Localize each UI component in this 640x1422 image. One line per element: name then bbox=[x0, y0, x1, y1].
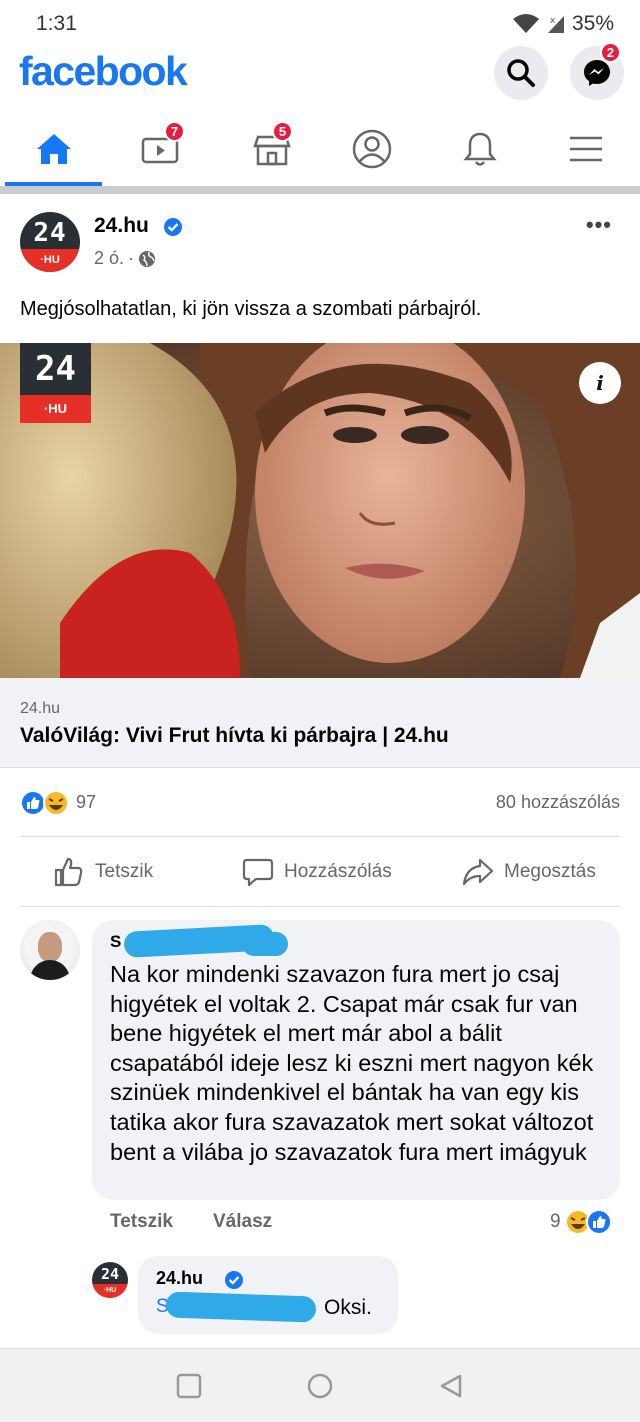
comment-button[interactable]: Hozzászólás bbox=[242, 850, 392, 894]
comment-label: Hozzászólás bbox=[284, 861, 392, 882]
page-avatar[interactable]: 24 ·HU bbox=[20, 212, 80, 272]
system-nav-bar bbox=[0, 1348, 640, 1422]
avatar-face bbox=[38, 932, 62, 962]
verified-icon bbox=[164, 218, 182, 236]
commenter-name[interactable]: S bbox=[110, 932, 121, 952]
profile-icon bbox=[352, 129, 392, 169]
reply-bubble: 24.hu S Oksi. bbox=[138, 1256, 398, 1334]
post-text: Megjósolhatatlan, ki jön vissza a szomba… bbox=[20, 298, 482, 320]
ad-info-button[interactable]: i bbox=[579, 362, 621, 404]
battery-level: 35% bbox=[571, 12, 614, 35]
tab-home[interactable] bbox=[2, 112, 106, 186]
reply-author-name[interactable]: 24.hu bbox=[156, 1268, 203, 1289]
reply-avatar-logo-top: 24 bbox=[100, 1265, 120, 1283]
meta-dot: · bbox=[128, 248, 135, 268]
post-time[interactable]: 2 ó. bbox=[94, 248, 124, 269]
comment-reaction-count: 9 bbox=[550, 1211, 561, 1232]
reaction-count[interactable]: 97 bbox=[76, 792, 96, 813]
signal-icon: x bbox=[547, 16, 564, 33]
tab-watch[interactable]: 7 bbox=[108, 112, 212, 186]
share-button[interactable]: Megosztás bbox=[462, 850, 596, 894]
tab-notifications[interactable] bbox=[428, 112, 532, 186]
back-triangle-icon bbox=[440, 1374, 462, 1398]
globe-icon bbox=[139, 250, 156, 267]
feed-separator bbox=[0, 186, 640, 194]
home-nav-button[interactable] bbox=[305, 1371, 335, 1401]
link-preview[interactable]: 24.hu ValóVilág: Vivi Frut hívta ki párb… bbox=[0, 678, 640, 768]
comment-text: Na kor mindenki szavazon fura mert jo cs… bbox=[110, 961, 594, 1165]
reply-page-avatar[interactable]: 24 ·HU bbox=[92, 1262, 128, 1298]
image-logo-top: 24 bbox=[20, 343, 91, 395]
tab-bar: 7 5 bbox=[0, 112, 640, 186]
image-logo-bottom: ·HU bbox=[20, 395, 91, 423]
search-button[interactable] bbox=[494, 46, 548, 100]
reactions-row: 97 80 hozzászólás bbox=[0, 768, 640, 836]
avatar-shirt bbox=[30, 960, 70, 980]
share-icon bbox=[462, 858, 494, 886]
like-label: Tetszik bbox=[95, 861, 154, 882]
redaction-mark bbox=[165, 1291, 317, 1323]
search-icon bbox=[507, 59, 535, 87]
post-image[interactable]: 24 ·HU bbox=[0, 343, 640, 678]
comment-reaction-icons bbox=[564, 1209, 612, 1235]
marketplace-badge: 5 bbox=[272, 121, 293, 142]
square-icon bbox=[176, 1373, 202, 1399]
divider bbox=[20, 906, 620, 907]
page-name[interactable]: 24.hu bbox=[94, 214, 149, 238]
reply-text: Oksi. bbox=[324, 1296, 372, 1319]
svg-text:x: x bbox=[550, 16, 556, 26]
reaction-icons[interactable] bbox=[20, 790, 72, 816]
comment-reactions[interactable]: 9 bbox=[550, 1209, 613, 1235]
comment-bubble: S Na kor mindenki szavazon fura mert jo … bbox=[92, 920, 620, 1200]
reply-avatar-logo-bottom: ·HU bbox=[92, 1284, 128, 1298]
status-bar: 1:31 x 35% bbox=[0, 0, 640, 46]
share-label: Megosztás bbox=[504, 861, 596, 882]
avatar-logo-bottom: ·HU bbox=[20, 249, 80, 272]
back-button[interactable] bbox=[436, 1371, 466, 1401]
image-24hu-logo: 24 ·HU bbox=[20, 343, 91, 423]
menu-icon bbox=[570, 136, 602, 162]
post-meta: 2 ó. · bbox=[94, 248, 156, 269]
comment-reply-button[interactable]: Válasz bbox=[213, 1211, 272, 1233]
comment-like-button[interactable]: Tetszik bbox=[110, 1211, 173, 1233]
circle-icon bbox=[307, 1373, 333, 1399]
tab-profile[interactable] bbox=[320, 112, 424, 186]
tab-marketplace[interactable]: 5 bbox=[220, 112, 324, 186]
verified-icon bbox=[225, 1271, 243, 1289]
home-icon bbox=[37, 134, 71, 164]
wifi-icon bbox=[512, 14, 539, 33]
messenger-button[interactable]: 2 bbox=[570, 42, 624, 100]
status-time: 1:31 bbox=[36, 12, 77, 35]
facebook-logo[interactable]: facebook bbox=[19, 48, 188, 95]
post-header: 24 ·HU 24.hu 2 ó. · ••• bbox=[0, 194, 640, 280]
more-options-button[interactable]: ••• bbox=[586, 212, 612, 238]
photo-illustration bbox=[0, 343, 640, 678]
tab-menu[interactable] bbox=[534, 112, 638, 186]
bell-icon bbox=[463, 132, 497, 166]
watch-badge: 7 bbox=[164, 121, 185, 142]
like-button[interactable]: Tetszik bbox=[53, 850, 153, 894]
comment-count[interactable]: 80 hozzászólás bbox=[496, 792, 620, 813]
link-domain: 24.hu bbox=[20, 700, 61, 717]
messenger-badge: 2 bbox=[600, 42, 621, 63]
divider bbox=[20, 836, 620, 837]
recents-button[interactable] bbox=[174, 1371, 204, 1401]
info-icon: i bbox=[596, 371, 604, 395]
redaction-mark bbox=[242, 932, 288, 956]
avatar-logo-top: 24 bbox=[33, 218, 67, 248]
like-icon bbox=[54, 857, 83, 887]
commenter-avatar[interactable] bbox=[20, 920, 80, 980]
status-icons: x 35% bbox=[512, 12, 614, 36]
app-header: facebook 2 bbox=[0, 42, 640, 106]
comment-icon bbox=[242, 858, 274, 887]
link-title: ValóVilág: Vivi Frut hívta ki párbajra |… bbox=[20, 724, 449, 747]
